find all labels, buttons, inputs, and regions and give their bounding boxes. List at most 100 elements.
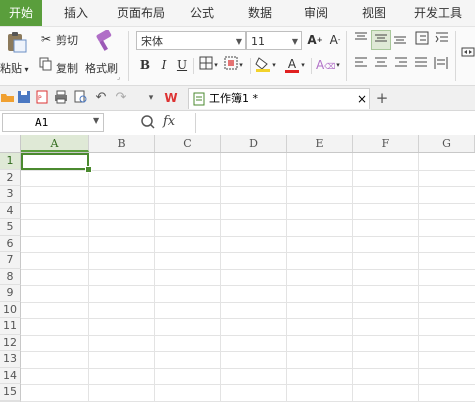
wps-logo-icon[interactable]: W (163, 90, 179, 106)
tab-developer[interactable]: 开发工具 (406, 0, 470, 26)
cut-button[interactable]: 剪切 (56, 32, 78, 48)
insert-function-button[interactable]: fx (163, 114, 175, 129)
new-tab-button[interactable]: + (374, 90, 390, 106)
column-header[interactable]: A (21, 135, 89, 152)
redo-icon[interactable]: ↷ (113, 90, 129, 106)
font-name-select[interactable]: 宋体 ▼ (136, 31, 246, 50)
chevron-down-icon[interactable]: ▾ (299, 56, 307, 74)
paste-icon[interactable] (4, 31, 28, 53)
grid-line (21, 235, 475, 237)
align-top-icon[interactable] (352, 31, 370, 49)
underline-button[interactable]: U (173, 56, 191, 74)
chevron-down-icon[interactable]: ▾ (334, 56, 342, 74)
row-header[interactable]: 14 (0, 367, 21, 384)
tab-review[interactable]: 审阅 (292, 0, 340, 26)
grid-line (21, 318, 475, 319)
column-header-row: A B C D E F G (0, 135, 475, 153)
align-left-icon[interactable] (352, 56, 370, 74)
row-header[interactable]: 5 (0, 219, 21, 236)
tab-insert[interactable]: 插入 (50, 0, 102, 26)
chevron-down-icon[interactable]: ▼ (93, 116, 99, 125)
print-preview-icon[interactable] (73, 90, 89, 106)
column-header[interactable]: E (287, 135, 353, 152)
divider (346, 31, 347, 81)
column-header[interactable]: D (221, 135, 287, 152)
align-center-icon[interactable] (372, 56, 390, 74)
close-tab-button[interactable]: × (357, 89, 367, 109)
tab-page-layout[interactable]: 页面布局 (108, 0, 174, 26)
justify-icon[interactable] (412, 56, 430, 74)
row-header[interactable]: 15 (0, 384, 21, 401)
name-box[interactable]: A1 (2, 113, 104, 132)
row-header[interactable]: 10 (0, 301, 21, 318)
grid-line (220, 153, 221, 402)
merge-center-icon[interactable] (459, 45, 475, 63)
divider (193, 58, 194, 74)
distributed-align-icon[interactable] (432, 56, 450, 74)
chevron-down-icon: ▼ (291, 37, 298, 46)
row-header[interactable]: 6 (0, 235, 21, 252)
divider (250, 58, 251, 74)
select-all-corner[interactable] (0, 135, 21, 152)
decrease-indent-icon[interactable] (413, 31, 431, 49)
document-tab[interactable]: 工作簿1 * × (188, 88, 370, 109)
align-bottom-icon[interactable] (391, 31, 409, 49)
row-header[interactable]: 1 (0, 153, 21, 170)
open-folder-icon[interactable] (0, 90, 16, 106)
formula-input[interactable] (195, 113, 473, 133)
column-header[interactable]: G (419, 135, 475, 152)
row-header[interactable]: 11 (0, 318, 21, 335)
tab-view[interactable]: 视图 (350, 0, 398, 26)
font-size-select[interactable]: 11 ▼ (246, 31, 302, 50)
increase-font-icon[interactable]: A+ (306, 31, 324, 49)
row-header[interactable]: 13 (0, 351, 21, 368)
print-icon[interactable] (53, 90, 69, 106)
chevron-down-icon: ▼ (235, 37, 242, 46)
align-middle-icon[interactable] (371, 30, 391, 50)
fill-handle[interactable] (85, 166, 92, 173)
formula-bar: A1 ▼ fx (0, 111, 475, 136)
divider (311, 58, 312, 74)
grid-line (21, 285, 475, 286)
format-painter-button[interactable]: 格式刷 (85, 60, 118, 76)
row-header[interactable]: 7 (0, 252, 21, 269)
ribbon: 粘贴 ▾ ✂ 剪切 复制 格式刷 ⌟ 宋体 ▼ 11 ▼ A+ A- B I U ▾… (0, 27, 475, 86)
tab-home[interactable]: 开始 (0, 0, 42, 26)
column-header[interactable]: C (155, 135, 221, 152)
export-pdf-icon[interactable]: P (34, 90, 50, 106)
copy-button[interactable]: 复制 (56, 60, 78, 76)
undo-icon[interactable]: ↶ (93, 90, 109, 106)
row-header[interactable]: 9 (0, 285, 21, 302)
grid-line (21, 202, 475, 204)
increase-indent-icon[interactable] (433, 31, 451, 49)
grid-line (352, 153, 353, 402)
quick-access-bar: P ↶ ↷ ▾ W 工作簿1 * × + (0, 86, 475, 111)
column-header[interactable]: F (353, 135, 419, 152)
chevron-down-icon[interactable]: ▾ (270, 56, 278, 74)
row-header[interactable]: 8 (0, 268, 21, 285)
paste-button[interactable]: 粘贴 ▾ (0, 60, 29, 76)
customize-toolbar-icon[interactable]: ▾ (143, 90, 159, 106)
grid-line (286, 153, 287, 402)
save-icon[interactable] (16, 90, 32, 106)
row-header[interactable]: 12 (0, 334, 21, 351)
clipboard-expand-icon[interactable]: ⌟ (117, 73, 120, 81)
align-right-icon[interactable] (392, 56, 410, 74)
row-header[interactable]: 3 (0, 186, 21, 203)
grid-line (88, 153, 89, 402)
tab-formulas[interactable]: 公式 (178, 0, 226, 26)
spreadsheet-file-icon (193, 92, 205, 106)
tab-data[interactable]: 数据 (236, 0, 284, 26)
decrease-font-icon[interactable]: A- (326, 31, 344, 49)
clear-format-icon[interactable]: A⌫ (316, 56, 336, 74)
column-header[interactable]: B (89, 135, 155, 152)
italic-button[interactable]: I (155, 56, 173, 74)
chevron-down-icon[interactable]: ▾ (237, 56, 245, 74)
bold-button[interactable]: B (136, 56, 154, 74)
chevron-down-icon[interactable]: ▾ (212, 56, 220, 74)
row-header[interactable]: 4 (0, 202, 21, 219)
zoom-search-icon[interactable] (140, 114, 156, 130)
grid-line (21, 252, 475, 253)
selected-cell[interactable] (21, 153, 89, 170)
row-header[interactable]: 2 (0, 169, 21, 186)
